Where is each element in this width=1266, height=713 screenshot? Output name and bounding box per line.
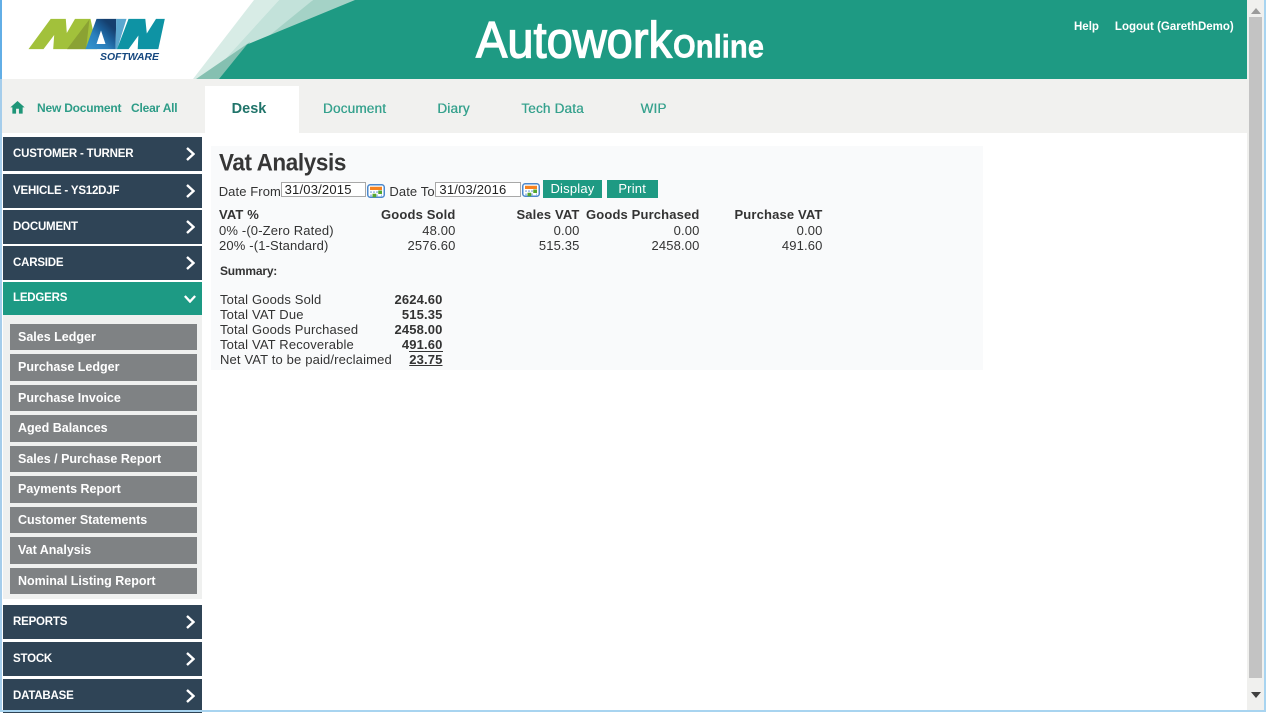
svg-text:Autowork: Autowork bbox=[476, 12, 672, 69]
svg-text:Online: Online bbox=[673, 29, 764, 65]
